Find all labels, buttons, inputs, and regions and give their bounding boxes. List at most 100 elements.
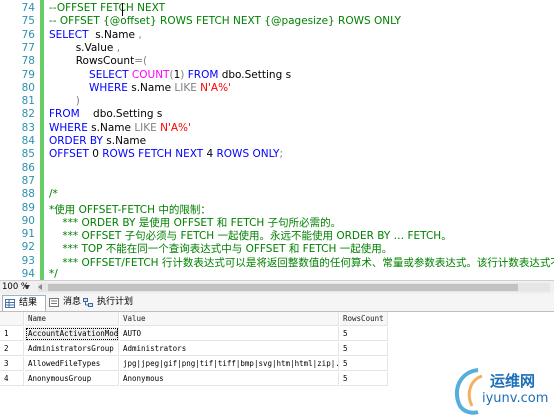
row-number[interactable]: 1 [0,327,24,341]
row-number[interactable]: 4 [0,372,24,386]
code-token: SELECT [49,68,132,81]
table-row[interactable]: 1 AccountActivationMode AUTO 5 [0,327,554,342]
line-number: 82 [21,108,35,121]
line-number: 94 [21,268,35,280]
line-number: 92 [21,241,35,254]
cell-value[interactable]: Administrators [120,342,339,356]
line-number: 90 [21,214,35,227]
column-header-value[interactable]: Value [120,312,339,326]
code-line[interactable]: ORDER BY s.Name [49,135,146,147]
line-number: 93 [21,254,35,267]
chevron-down-icon[interactable] [24,285,30,289]
cell-rowscount[interactable]: 5 [340,357,388,371]
code-line[interactable]: ) [49,95,80,107]
code-token: FROM [49,108,80,121]
cell-value[interactable]: jpg|jpeg|gif|png|tif|tiff|bmp|svg|htm|ht… [120,357,339,371]
grid-icon [5,299,15,308]
code-line[interactable]: -- OFFSET {@offset} ROWS FETCH NEXT {@pa… [49,15,401,27]
line-number: 75 [21,15,35,28]
code-token: ROWS FETCH NEXT [102,148,204,161]
code-line[interactable]: WHERE s.Name LIKE N'A%' [49,82,231,94]
message-icon [49,298,59,307]
cell-rowscount[interactable]: 5 [340,342,388,356]
table-row[interactable]: 2 AdministratorsGroup Administrators 5 [0,342,554,357]
line-number: 87 [21,174,35,187]
line-number: 89 [21,201,35,214]
code-token: s.Name [87,121,135,134]
code-token: *** ORDER BY 是使用 OFFSET 和 FETCH 子句所必需的。 [49,216,342,229]
code-token: --OFFSET FETCH NEXT [49,2,166,14]
tab-results[interactable]: 结果 [2,295,46,311]
code-line[interactable]: OFFSET 0 ROWS FETCH NEXT 4 ROWS ONLY; [49,148,283,160]
code-token: *** OFFSET/FETCH 行计数表达式可以是将返回整数值的任何算术、常量… [62,256,554,269]
code-token: -- OFFSET {@offset} ROWS FETCH NEXT {@pa… [49,15,401,28]
code-token: s.Name [88,28,139,41]
cell-name[interactable]: AccountActivationMode [25,327,119,341]
editor-status-bar: 100 % [0,280,554,294]
row-number[interactable]: 3 [0,357,24,371]
query-editor[interactable]: 74 75 76 77 78 79 80 81 82 83 84 85 86 87 88 89 90 91 92 93… [0,0,554,280]
code-line[interactable]: SELECT COUNT(1) FROM dbo.Setting s [49,69,291,81]
code-token: ROWS ONLY [216,148,280,161]
scroll-left-icon[interactable] [38,284,42,290]
code-token: *使用 OFFSET-FETCH 中的限制： [49,203,211,216]
code-line[interactable]: WHERE s.Name LIKE N'A%' [49,122,191,134]
code-token: SELECT [49,28,89,41]
tab-results-label: 结果 [19,298,38,308]
results-tab-bar: 结果 消息 执行计划 [0,294,554,312]
scrollbar-thumb[interactable] [48,284,518,291]
column-header-name[interactable]: Name [25,312,119,326]
row-number[interactable]: 2 [0,342,24,356]
cell-name[interactable]: AllowedFileTypes [25,357,119,371]
code-line[interactable]: FROM dbo.Setting s [49,108,162,120]
tab-messages-label: 消息 [63,297,82,307]
line-number: 74 [21,2,35,14]
code-token: dbo.Setting s [218,68,292,81]
code-token: 0 [88,148,103,161]
code-line[interactable]: s.Value , [49,42,120,54]
code-line[interactable]: */ [49,268,58,280]
line-number: 83 [21,121,35,134]
code-token: =( [134,55,148,68]
tab-execution-plan-label: 执行计划 [97,297,134,307]
code-token: ) [49,95,80,108]
code-token: s.Name [127,81,175,94]
line-number: 79 [21,68,35,81]
code-token: */ [49,268,58,280]
horizontal-scrollbar[interactable] [38,283,550,292]
line-number: 81 [21,95,35,108]
watermark-logo-icon [454,368,483,415]
code-token: *** OFFSET 子句必须与 FETCH 一起使用。永远不能使用 ORDER… [49,230,452,243]
line-number: 80 [21,81,35,94]
code-token: ORDER BY [49,135,103,147]
column-header-rowscount[interactable]: RowsCount [340,312,388,326]
cell-value[interactable]: AUTO [120,327,339,341]
tab-execution-plan[interactable]: 执行计划 [81,295,141,310]
cell-rowscount[interactable]: 5 [340,372,388,386]
code-token: LIKE [134,121,157,134]
watermark-text-en: iyunv.com [482,391,549,406]
cell-value[interactable]: Anonymous [120,372,339,386]
execution-plan-icon [83,298,93,307]
cell-rowscount[interactable]: 5 [340,327,388,341]
code-token: dbo.Setting s [79,108,163,121]
code-line[interactable]: --OFFSET FETCH NEXT [49,2,165,14]
code-token: s.Value [49,41,117,54]
code-token: /* [49,188,58,201]
watermark-text-cn: 运维网 [490,372,536,390]
code-line[interactable]: SELECT s.Name , [49,29,142,41]
cell-name[interactable]: AnonymousGroup [25,372,119,386]
code-token: N'A%' [196,81,231,94]
code-token: *** TOP 不能在同一个查询表达式中与 OFFSET 和 FETCH 一起使… [49,243,393,256]
code-token: ; [279,148,283,161]
cell-name[interactable]: AdministratorsGroup [25,342,119,356]
text-caret [122,3,123,16]
code-line[interactable]: RowsCount=( [49,55,147,67]
code-line[interactable]: *** OFFSET/FETCH 行计数表达式可以是将返回整数值的任何算术、常量… [49,255,554,270]
line-number: 76 [21,28,35,41]
line-number: 77 [21,41,35,54]
row-number-header[interactable] [0,312,24,326]
code-token: , [116,41,121,54]
tab-messages[interactable]: 消息 [47,295,81,310]
code-line[interactable]: /* [49,188,58,200]
